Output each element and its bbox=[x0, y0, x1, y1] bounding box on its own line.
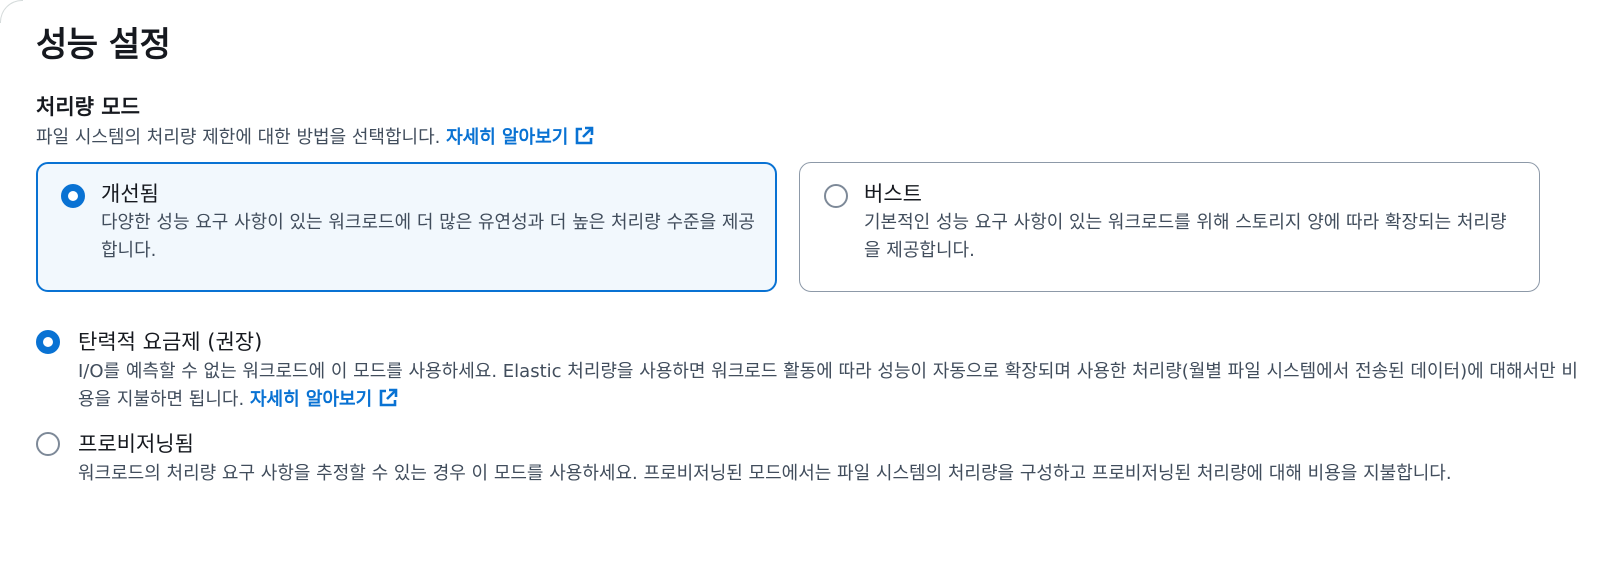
option-provisioned-description: 워크로드의 처리량 요구 사항을 추정할 수 있는 경우 이 모드를 사용하세요… bbox=[78, 463, 1452, 484]
elastic-learn-more-link[interactable]: 자세히 알아보기 bbox=[249, 388, 398, 410]
option-elastic[interactable]: 탄력적 요금제 (권장) I/O를 예측할 수 없는 워크로드에 이 모드를 사… bbox=[36, 326, 1586, 414]
tile-bursting-title: 버스트 bbox=[864, 182, 922, 206]
external-link-icon bbox=[379, 388, 398, 407]
throughput-mode-tiles: 개선됨 다양한 성능 요구 사항이 있는 워크로드에 더 많은 유연성과 더 높… bbox=[36, 162, 1586, 292]
radio-enhanced[interactable] bbox=[61, 184, 85, 208]
radio-bursting[interactable] bbox=[824, 184, 848, 208]
throughput-mode-label: 처리량 모드 bbox=[36, 95, 140, 119]
radio-provisioned[interactable] bbox=[36, 432, 60, 456]
elastic-learn-more-label: 자세히 알아보기 bbox=[249, 389, 373, 410]
learn-more-label: 자세히 알아보기 bbox=[446, 127, 569, 148]
tile-enhanced-description: 다양한 성능 요구 사항이 있는 워크로드에 더 많은 유연성과 더 높은 처리… bbox=[101, 212, 755, 261]
enhanced-mode-options: 탄력적 요금제 (권장) I/O를 예측할 수 없는 워크로드에 이 모드를 사… bbox=[36, 326, 1586, 488]
option-provisioned-title: 프로비저닝됨 bbox=[78, 432, 194, 456]
performance-settings-section: 성능 설정 처리량 모드 파일 시스템의 처리량 제한에 대한 방법을 선택합니… bbox=[36, 22, 1586, 488]
option-provisioned[interactable]: 프로비저닝됨 워크로드의 처리량 요구 사항을 추정할 수 있는 경우 이 모드… bbox=[36, 428, 1586, 488]
throughput-mode-description: 파일 시스템의 처리량 제한에 대한 방법을 선택합니다. 자세히 알아보기 bbox=[36, 124, 1586, 152]
radio-elastic[interactable] bbox=[36, 330, 60, 354]
page-title: 성능 설정 bbox=[36, 25, 171, 65]
option-elastic-title: 탄력적 요금제 (권장) bbox=[78, 330, 263, 354]
option-elastic-description: I/O를 예측할 수 없는 워크로드에 이 모드를 사용하세요. Elastic… bbox=[78, 358, 1586, 414]
tile-bursting[interactable]: 버스트 기본적인 성능 요구 사항이 있는 워크로드를 위해 스토리지 양에 따… bbox=[799, 162, 1540, 292]
external-link-icon bbox=[575, 126, 594, 145]
panel-corner bbox=[0, 0, 23, 23]
learn-more-link[interactable]: 자세히 알아보기 bbox=[446, 126, 594, 148]
throughput-mode-description-text: 파일 시스템의 처리량 제한에 대한 방법을 선택합니다. bbox=[36, 127, 441, 148]
tile-enhanced[interactable]: 개선됨 다양한 성능 요구 사항이 있는 워크로드에 더 많은 유연성과 더 높… bbox=[36, 162, 777, 292]
tile-enhanced-title: 개선됨 bbox=[101, 182, 159, 206]
tile-bursting-description: 기본적인 성능 요구 사항이 있는 워크로드를 위해 스토리지 양에 따라 확장… bbox=[864, 212, 1507, 261]
